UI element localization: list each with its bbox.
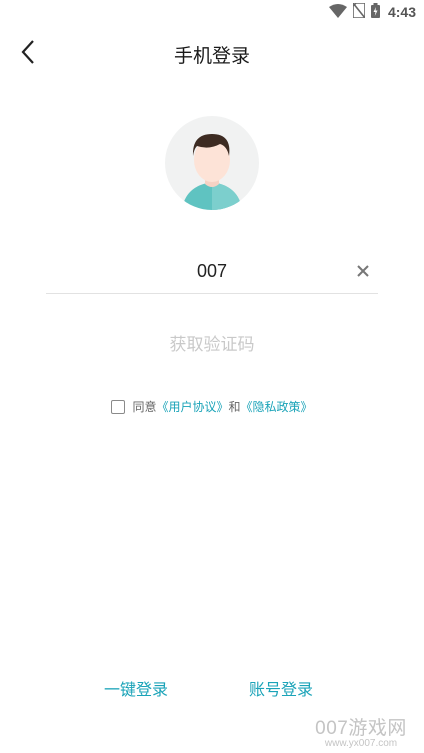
alt-login-options: 一键登录 账号登录 [0, 676, 424, 700]
page-title: 手机登录 [173, 45, 250, 67]
avatar [165, 116, 259, 210]
phone-input[interactable] [76, 256, 348, 286]
get-code-button[interactable]: 获取验证码 [0, 330, 424, 355]
default-avatar-icon [165, 134, 259, 210]
status-bar: 4:43 [0, 0, 424, 24]
privacy-policy-link[interactable]: 《隐私政策》 [241, 398, 313, 415]
wifi-icon [328, 3, 347, 22]
phone-field-row [46, 248, 378, 294]
agreement-checkbox[interactable] [111, 399, 126, 414]
account-login-button[interactable]: 账号登录 [249, 676, 313, 700]
close-icon [357, 262, 369, 281]
app-bar: 手机登录 [0, 24, 424, 84]
clear-button[interactable] [352, 260, 374, 282]
status-icons: 4:43 [328, 1, 416, 22]
battery-charging-icon [370, 2, 380, 22]
no-sim-icon [352, 1, 366, 22]
watermark: 007游戏网 www.yx007.com [306, 713, 416, 749]
status-time: 4:43 [387, 4, 416, 20]
agreement-prefix: 同意 [132, 400, 157, 414]
watermark-main: 007游戏网 [315, 718, 407, 739]
agreement-row: 同意 《用户协议》 和 《隐私政策》 [0, 398, 424, 415]
user-agreement-link[interactable]: 《用户协议》 [156, 398, 228, 415]
one-key-login-button[interactable]: 一键登录 [104, 676, 168, 700]
agreement-conjunction: 和 [228, 400, 241, 414]
